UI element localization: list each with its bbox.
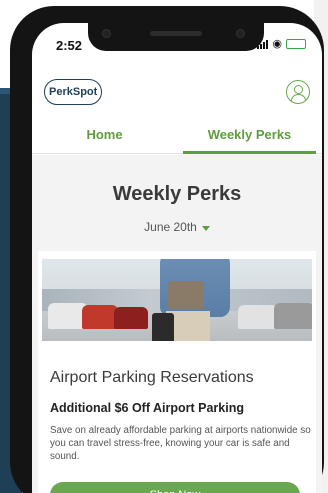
date-selected: June 20th (144, 220, 197, 234)
phone-screen: 2:52 ◉ PerkSpot Home Weekly Perks Weekly… (32, 23, 322, 493)
app-header: PerkSpot (32, 71, 322, 113)
sensor-icon (236, 29, 245, 38)
status-bar: 2:52 ◉ (32, 23, 322, 67)
perk-subtitle: Additional $6 Off Airport Parking (50, 401, 244, 415)
date-dropdown[interactable]: June 20th (32, 220, 322, 234)
perk-title[interactable]: Airport Parking Reservations (50, 369, 310, 387)
phone-frame: 2:52 ◉ PerkSpot Home Weekly Perks Weekly… (10, 6, 324, 493)
status-icons: ◉ (257, 37, 306, 51)
perk-card[interactable]: Airport Parking Reservations Additional … (38, 251, 316, 493)
notch (88, 23, 264, 51)
perk-hero-image (42, 259, 312, 341)
wifi-icon: ◉ (272, 37, 282, 50)
tab-home[interactable]: Home (32, 116, 177, 153)
speaker-grille (150, 31, 202, 36)
user-icon[interactable] (286, 80, 310, 104)
signal-icon (257, 39, 269, 49)
camera-icon (102, 29, 111, 38)
status-time: 2:52 (56, 38, 83, 53)
battery-icon (286, 39, 306, 49)
shop-now-button[interactable]: Shop Now (50, 482, 300, 493)
tab-weekly-perks[interactable]: Weekly Perks (177, 116, 322, 154)
perkspot-logo[interactable]: PerkSpot (44, 79, 103, 105)
nav-tabs: Home Weekly Perks (32, 116, 322, 154)
chevron-down-icon (201, 225, 210, 231)
logo-text: PerkSpot (49, 86, 98, 98)
page-title: Weekly Perks (112, 183, 242, 205)
perk-description: Save on already affordable parking at ai… (50, 425, 311, 462)
